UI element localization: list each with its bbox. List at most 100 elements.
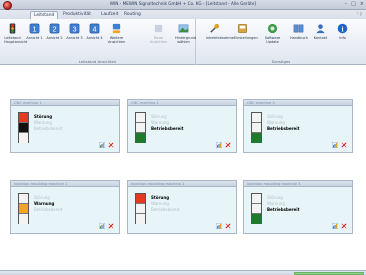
status-label: Betriebsbereit (151, 207, 180, 212)
status-label: Warnung (267, 201, 285, 206)
signal-lamp (136, 133, 145, 143)
signal-lamp (19, 204, 28, 214)
chart-icon[interactable] (99, 142, 105, 148)
tab-leitstand[interactable]: Leitstand (30, 11, 59, 19)
machine-title: Injection moulding machine 2 (128, 181, 236, 187)
settings-icon (238, 24, 247, 33)
status-label: Warnung (34, 120, 52, 125)
minimize-button[interactable]: – (345, 1, 348, 7)
manual-button[interactable]: Handbuch (290, 23, 308, 40)
chart-icon[interactable] (332, 142, 338, 148)
machine-title: CNC machine 1 (11, 100, 119, 106)
machine-panel[interactable]: Injection moulding machine 3 Störung Warnu… (243, 180, 353, 234)
chart-icon[interactable] (216, 142, 222, 148)
signal-tower-icon (135, 112, 146, 143)
svg-text:2: 2 (52, 24, 56, 33)
ribbon-help-controls[interactable]: ˄ ? (357, 12, 362, 17)
machine-panel[interactable]: CNC machine 3 Störung Warnung Betriebsberei… (243, 99, 353, 153)
svg-text:1: 1 (32, 24, 36, 33)
signal-lamp (19, 214, 28, 224)
status-label: Störung (267, 114, 283, 119)
machine-panel[interactable]: Injection moulding machine 1 Störung Warnu… (10, 180, 120, 234)
tab-laufzeit[interactable]: Laufzeit (98, 11, 121, 19)
status-label: Warnung (151, 120, 169, 125)
svg-text:i: i (341, 24, 343, 33)
status-indicator (294, 271, 364, 275)
machine-title: CNC machine 3 (244, 100, 352, 106)
more-views-button[interactable]: Weitere Ansichten (108, 23, 125, 44)
chart-icon[interactable] (332, 223, 338, 229)
background-icon (178, 24, 189, 33)
view-2-button[interactable]: 2 Ansicht 2 (46, 23, 63, 40)
dashboard-main-button[interactable]: Leitstand Hauptansicht (4, 23, 27, 44)
view-3-button[interactable]: 3 Ansicht 3 (66, 23, 83, 40)
view-1-button[interactable]: 1 Ansicht 1 (26, 23, 43, 40)
edit-icon[interactable] (341, 223, 347, 229)
chart-icon[interactable] (99, 223, 105, 229)
status-label: Warnung (151, 201, 169, 206)
signal-lamp (136, 123, 145, 133)
signal-lamp (19, 123, 28, 133)
edit-icon[interactable] (225, 223, 231, 229)
status-label: Betriebsbereit (34, 207, 63, 212)
signal-lamp (252, 123, 261, 133)
maximize-button[interactable]: □ (351, 1, 356, 7)
commissioning-icon (210, 23, 220, 33)
status-label: Betriebsbereit (151, 126, 184, 131)
status-label: Betriebsbereit (267, 126, 300, 131)
signal-lamp (136, 194, 145, 204)
more-views-icon (112, 23, 121, 34)
status-label: Betriebsbereit (34, 126, 63, 131)
signal-tower-icon (251, 112, 262, 143)
group-views-label: Leitstand Ansichten (78, 59, 117, 64)
tab-routing[interactable]: Routing (121, 11, 144, 19)
commissioning-button[interactable]: Inbetriebnahme (206, 23, 234, 40)
status-label: Störung (151, 114, 167, 119)
choose-background-button[interactable]: Hintergrund wählen (175, 23, 196, 44)
signal-lamp (136, 204, 145, 214)
machine-title: CNC machine 2 (128, 100, 236, 106)
edit-icon[interactable] (341, 142, 347, 148)
machine-panel[interactable]: Injection moulding machine 2 Störung Warnu… (127, 180, 237, 234)
ribbon: Leitstand Ansichten Sonstiges Leitstand … (0, 19, 366, 65)
svg-text:4: 4 (92, 24, 96, 33)
signal-tower-icon (18, 112, 29, 143)
status-label: Störung (151, 195, 170, 200)
machine-panel[interactable]: CNC machine 2 Störung Warnung Betriebsberei… (127, 99, 237, 153)
info-button[interactable]: i Info (334, 23, 351, 40)
status-label: Warnung (267, 120, 285, 125)
settings-button[interactable]: Einstellungen (234, 23, 258, 40)
machine-title: Injection moulding machine 3 (244, 181, 352, 187)
signal-lamp (136, 113, 145, 123)
status-label: Warnung (34, 201, 55, 206)
new-views-icon (154, 24, 163, 33)
view-4-button[interactable]: 4 Ansicht 4 (86, 23, 103, 40)
view-3-icon: 3 (69, 23, 80, 34)
machine-overview: CNC machine 1 Störung Warnung Betriebsberei… (0, 65, 366, 270)
svg-text:3: 3 (72, 24, 76, 33)
signal-lamp (19, 113, 28, 123)
status-label: Betriebsbereit (267, 207, 300, 212)
view-1-icon: 1 (29, 23, 40, 34)
edit-icon[interactable] (108, 223, 114, 229)
signal-lamp (252, 113, 261, 123)
machine-panel[interactable]: CNC machine 1 Störung Warnung Betriebsberei… (10, 99, 120, 153)
group-system-label: Sonstiges (271, 59, 291, 64)
signal-lamp (252, 194, 261, 204)
signal-lamp (136, 214, 145, 224)
edit-icon[interactable] (108, 142, 114, 148)
edit-icon[interactable] (225, 142, 231, 148)
tab-produktivitaet[interactable]: Produktivität (60, 11, 94, 19)
title-bar: WIN - MEWIN Signaltechnik GmbH + Co. KG … (0, 0, 366, 10)
signal-tower-icon (251, 193, 262, 224)
signal-lamp (19, 133, 28, 143)
chart-icon[interactable] (216, 223, 222, 229)
manual-icon (293, 24, 304, 33)
software-update-button[interactable]: Software Update (264, 23, 281, 44)
close-button[interactable]: × (360, 1, 364, 7)
contact-button[interactable]: Kontakt (312, 23, 329, 40)
status-label: Störung (34, 114, 53, 119)
new-views-button[interactable]: Neue Ansichten (150, 23, 167, 44)
signal-lamp (252, 214, 261, 224)
view-2-icon: 2 (49, 23, 60, 34)
